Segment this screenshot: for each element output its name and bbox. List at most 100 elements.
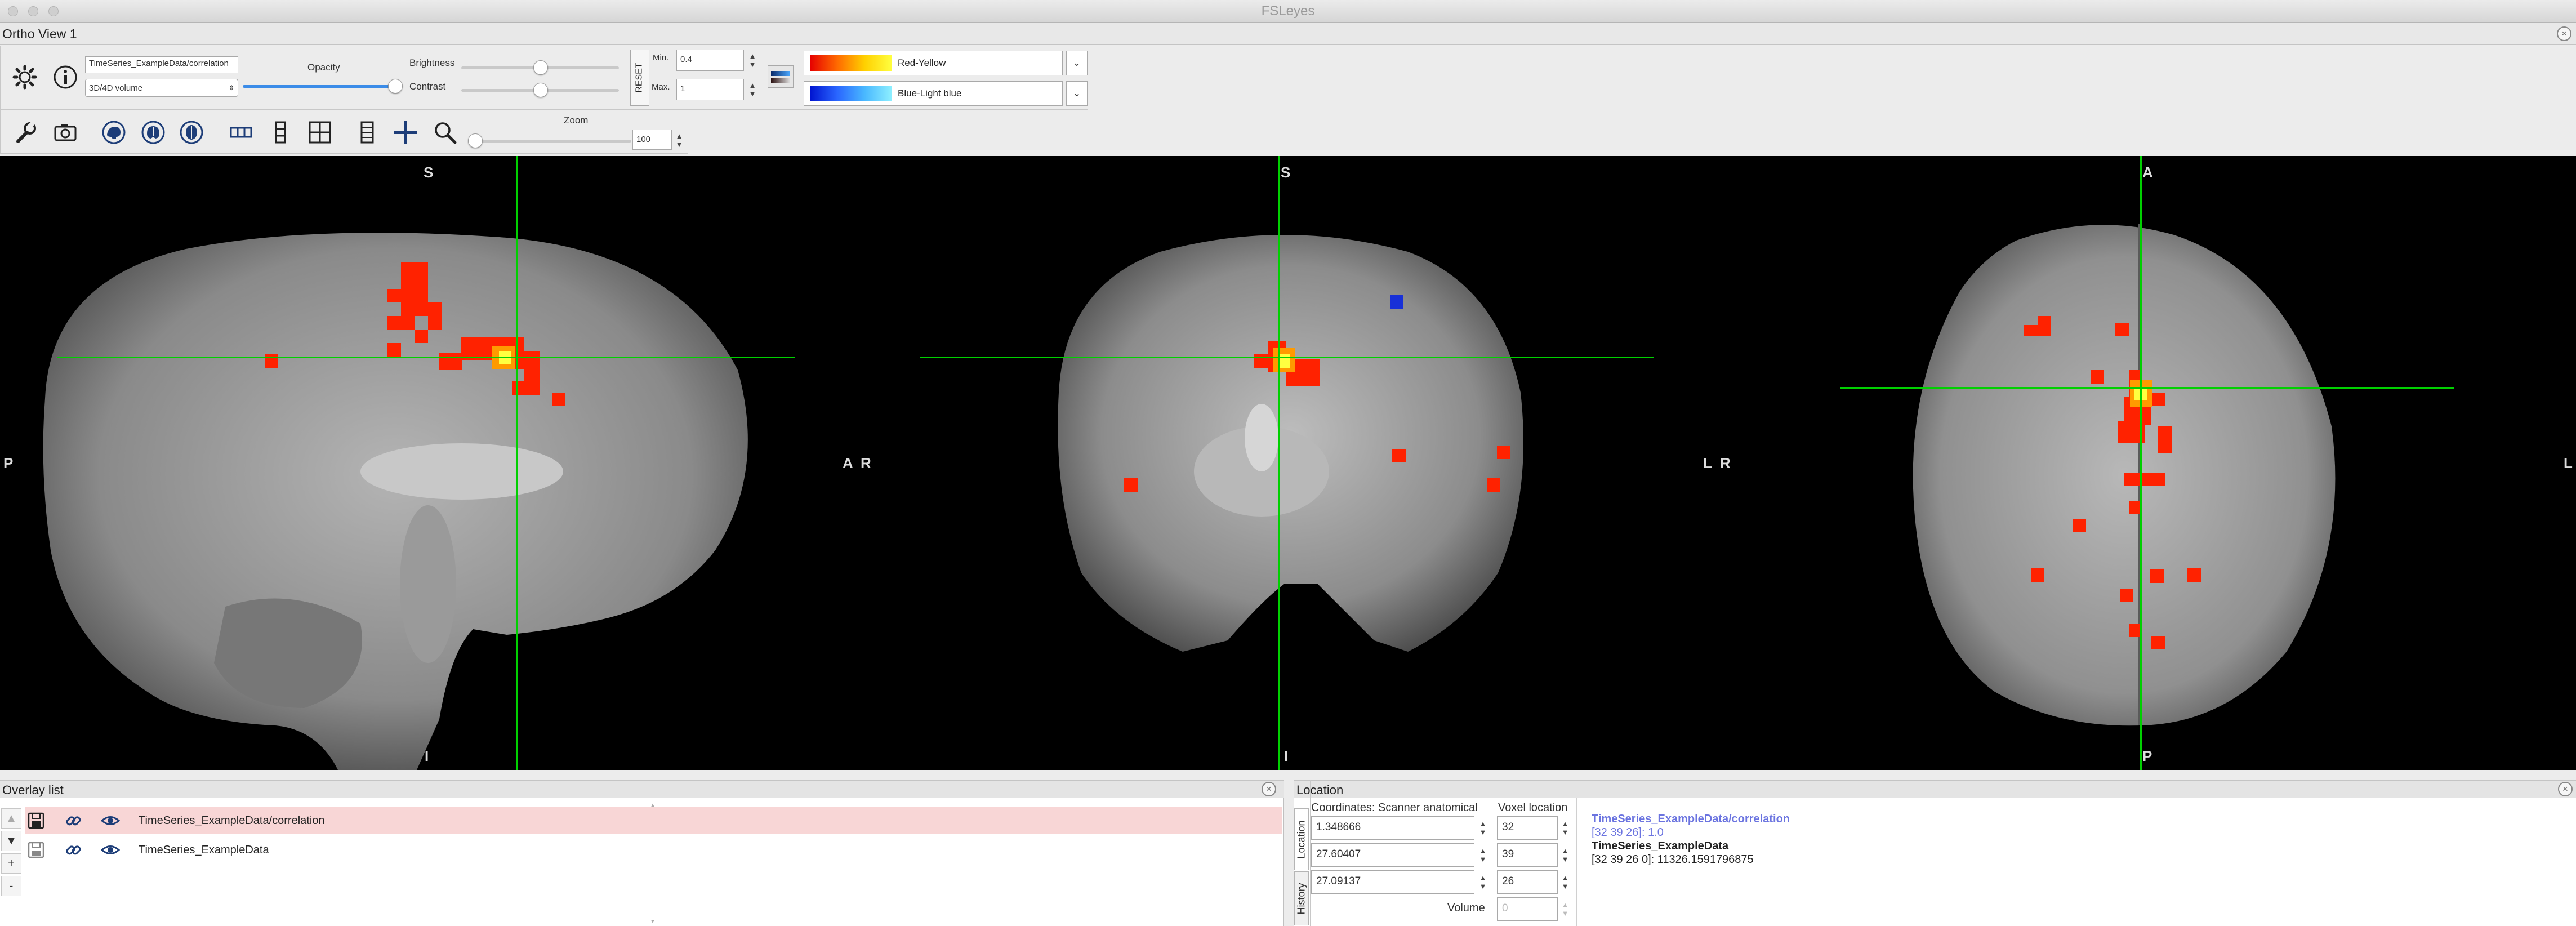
- negative-colormap-select[interactable]: Blue-Light blue: [804, 81, 1063, 106]
- world-coord-y-spinner[interactable]: ▲ ▼: [1477, 843, 1489, 867]
- coronal-negative-activation: [1390, 295, 1403, 309]
- colormap-select[interactable]: Red-Yellow: [804, 51, 1063, 75]
- move-overlay-up-button[interactable]: ▲: [1, 808, 21, 829]
- max-field[interactable]: 1: [676, 79, 744, 100]
- overlay-list-header: Overlay list ×: [0, 780, 1284, 798]
- voxel-y-field[interactable]: 39: [1497, 843, 1558, 867]
- voxel-x-spinner[interactable]: ▲ ▼: [1559, 816, 1571, 840]
- brightness-label: Brightness: [409, 57, 455, 68]
- world-coord-x-field[interactable]: 1.348666: [1311, 816, 1474, 840]
- coronal-cursor-vertical: [1278, 156, 1280, 770]
- scroll-up-icon[interactable]: ▲: [25, 803, 1281, 808]
- tab-history-label: History: [1295, 882, 1307, 915]
- invert-colormap-button[interactable]: [768, 65, 794, 88]
- save-disk-icon[interactable]: [25, 839, 47, 861]
- brightness-slider-thumb[interactable]: [533, 60, 548, 75]
- toggle-axial-icon[interactable]: [175, 116, 208, 149]
- zoom-field[interactable]: 100: [632, 130, 672, 150]
- world-coord-z-spinner[interactable]: ▲ ▼: [1477, 870, 1489, 894]
- zoom-magnifier-icon[interactable]: [429, 116, 461, 149]
- overlay-list-item-timeseries[interactable]: TimeSeries_ExampleData: [25, 836, 1282, 863]
- voxel-y-spinner[interactable]: ▲ ▼: [1559, 843, 1571, 867]
- chevron-updown-icon: ⇕: [228, 84, 234, 92]
- tab-location-label: Location: [1295, 820, 1307, 859]
- link-icon[interactable]: [62, 839, 84, 861]
- tab-history[interactable]: History: [1294, 871, 1309, 925]
- negative-colormap-dropdown-button[interactable]: ⌄: [1066, 81, 1088, 106]
- move-overlay-down-button[interactable]: ▼: [1, 831, 21, 851]
- axial-view[interactable]: [1723, 156, 2576, 770]
- toggle-sagittal-icon[interactable]: [97, 116, 130, 149]
- reset-button[interactable]: RESET: [630, 50, 649, 106]
- min-spinner[interactable]: ▲ ▼: [746, 48, 759, 72]
- volume-label: Volume: [1447, 902, 1485, 914]
- tab-location[interactable]: Location: [1294, 808, 1309, 870]
- horizontal-layout-icon[interactable]: [225, 116, 257, 149]
- sagittal-cursor-vertical: [516, 156, 518, 770]
- coronal-cursor-horizontal: [920, 357, 1654, 358]
- overlay-name: TimeSeries_ExampleData/correlation: [139, 814, 325, 827]
- movie-mode-icon[interactable]: [351, 116, 384, 149]
- location-header: Location ×: [1294, 780, 2576, 798]
- red-yellow-colorbar-icon: [810, 55, 892, 71]
- ortho-canvas[interactable]: S I P A S I R L A P R L: [0, 156, 2576, 770]
- view-header: Ortho View 1 ×: [0, 23, 2576, 45]
- chevron-down-icon: ⌄: [1072, 57, 1081, 68]
- world-coord-y-field[interactable]: 27.60407: [1311, 843, 1474, 867]
- link-icon[interactable]: [62, 809, 84, 832]
- close-location-button[interactable]: ×: [2558, 782, 2573, 796]
- opacity-slider[interactable]: [243, 85, 395, 88]
- colormap-dropdown-button[interactable]: ⌄: [1066, 51, 1088, 75]
- overlay2-info-name: TimeSeries_ExampleData: [1592, 840, 1729, 852]
- add-overlay-button[interactable]: +: [1, 853, 21, 874]
- visibility-eye-icon[interactable]: [99, 839, 122, 861]
- close-overlay-list-button[interactable]: ×: [1262, 782, 1276, 796]
- coronal-bottom-label: I: [1284, 747, 1289, 764]
- settings-gear-icon[interactable]: [8, 61, 41, 94]
- coronal-top-label: S: [1281, 164, 1291, 181]
- world-coord-x-spinner[interactable]: ▲ ▼: [1477, 816, 1489, 840]
- wrench-icon[interactable]: [10, 116, 42, 149]
- scroll-down-icon[interactable]: ▼: [25, 919, 1281, 924]
- sagittal-left-label: P: [3, 455, 14, 471]
- zoom-label: Zoom: [564, 115, 589, 126]
- overlay-type-select[interactable]: 3D/4D volume ⇕: [85, 79, 238, 97]
- view-title: Ortho View 1: [2, 26, 77, 41]
- close-view-button[interactable]: ×: [2557, 26, 2571, 41]
- max-spinner[interactable]: ▲ ▼: [746, 78, 759, 101]
- overlay-name-field[interactable]: TimeSeries_ExampleData/correlation: [85, 56, 238, 73]
- coronal-right-label: L: [1703, 455, 1712, 471]
- zoom-slider-thumb[interactable]: [468, 133, 483, 148]
- contrast-slider-thumb[interactable]: [533, 83, 548, 97]
- sagittal-ventricle: [360, 443, 563, 500]
- negative-colormap-label: Blue-Light blue: [898, 88, 962, 99]
- visibility-eye-icon[interactable]: [99, 809, 122, 832]
- toggle-coronal-icon[interactable]: [137, 116, 170, 149]
- zoom-slider[interactable]: [468, 140, 631, 143]
- volume-field[interactable]: 0: [1497, 897, 1558, 921]
- zoom-spinner[interactable]: ▲ ▼: [673, 128, 685, 152]
- sagittal-right-label: A: [843, 455, 853, 471]
- location-title: Location: [1296, 783, 1344, 797]
- remove-overlay-button[interactable]: -: [1, 876, 21, 896]
- voxel-x-field[interactable]: 32: [1497, 816, 1558, 840]
- voxel-z-field[interactable]: 26: [1497, 870, 1558, 894]
- camera-icon[interactable]: [49, 116, 82, 149]
- overlay-list-title: Overlay list: [2, 783, 64, 797]
- coronal-view[interactable]: [867, 156, 1712, 770]
- opacity-slider-thumb[interactable]: [388, 79, 403, 94]
- overlay1-info-name: TimeSeries_ExampleData/correlation: [1592, 813, 1790, 825]
- volume-spinner[interactable]: ▲ ▼: [1559, 897, 1571, 921]
- toggle-cursor-icon[interactable]: [389, 116, 422, 149]
- voxel-z-spinner[interactable]: ▲ ▼: [1559, 870, 1571, 894]
- opacity-label: Opacity: [307, 62, 340, 73]
- grid-layout-icon[interactable]: [304, 116, 336, 149]
- info-icon[interactable]: [49, 61, 82, 94]
- overlay-list-item-correlation[interactable]: TimeSeries_ExampleData/correlation: [25, 807, 1282, 834]
- vertical-layout-icon[interactable]: [264, 116, 297, 149]
- sagittal-view[interactable]: [0, 156, 867, 770]
- world-coord-z-field[interactable]: 27.09137: [1311, 870, 1474, 894]
- min-field[interactable]: 0.4: [676, 50, 744, 71]
- sagittal-bottom-label: I: [425, 747, 429, 764]
- save-disk-icon[interactable]: [25, 809, 47, 832]
